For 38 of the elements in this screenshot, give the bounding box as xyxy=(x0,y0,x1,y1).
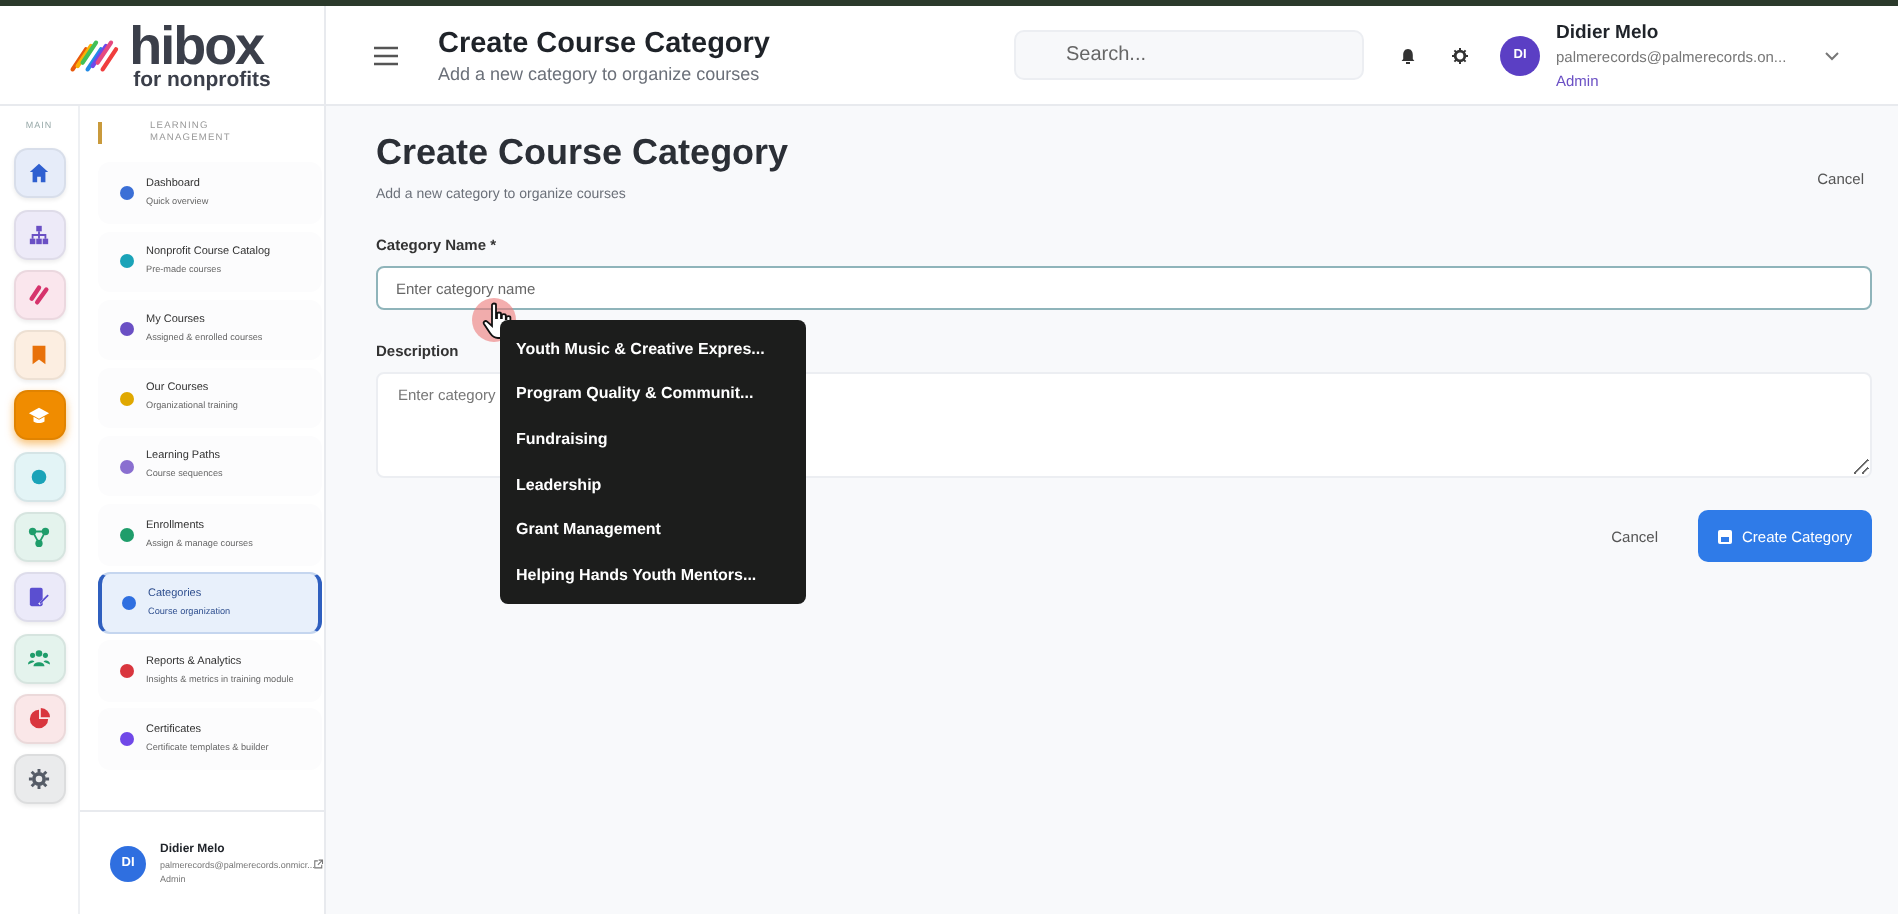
external-link-icon[interactable] xyxy=(314,857,324,869)
circle-icon xyxy=(28,465,50,488)
header-subtitle: Add a new category to organize courses xyxy=(438,63,762,83)
home-icon xyxy=(28,162,50,185)
rail-button[interactable] xyxy=(13,572,65,623)
rail-button[interactable] xyxy=(13,754,65,805)
rail-button[interactable] xyxy=(13,390,65,441)
page-title: Create Course Category xyxy=(376,132,789,174)
menu-item[interactable]: Program Quality & Communit... xyxy=(500,371,806,417)
rail-button[interactable] xyxy=(13,209,65,260)
menu-item[interactable]: Fundraising xyxy=(500,416,806,462)
rail-button[interactable] xyxy=(13,512,65,563)
chevron-down-icon[interactable] xyxy=(1824,49,1840,61)
rail-button[interactable] xyxy=(13,330,65,381)
rail-button[interactable] xyxy=(13,633,65,684)
gear-icon[interactable] xyxy=(1452,47,1468,63)
menu-item[interactable]: Helping Hands Youth Mentors... xyxy=(500,551,806,598)
menu-item[interactable]: Youth Music & Creative Expres... xyxy=(500,326,806,372)
rail-button[interactable] xyxy=(13,693,65,744)
rail-button[interactable] xyxy=(13,269,65,320)
bell-icon[interactable] xyxy=(1400,47,1416,63)
menu-icon[interactable] xyxy=(374,45,398,65)
save-icon xyxy=(1717,529,1732,543)
user-name: Didier Melo xyxy=(1556,21,1661,43)
edit-icon xyxy=(28,586,50,609)
sitemap-icon xyxy=(28,223,50,246)
logo-tagline: for nonprofits xyxy=(133,69,271,91)
bookmark-icon xyxy=(28,344,50,367)
rail-button[interactable] xyxy=(13,451,65,502)
graduation-cap-icon xyxy=(28,404,50,427)
rail-button[interactable] xyxy=(13,148,65,199)
settings-icon xyxy=(28,768,50,791)
search-field[interactable]: Search... xyxy=(1014,30,1364,80)
pie-chart-icon xyxy=(28,707,50,730)
share-icon xyxy=(28,526,50,549)
header-title: Create Course Category xyxy=(438,27,772,59)
people-icon xyxy=(28,647,50,670)
menu-item[interactable]: Grant Management xyxy=(500,506,806,552)
